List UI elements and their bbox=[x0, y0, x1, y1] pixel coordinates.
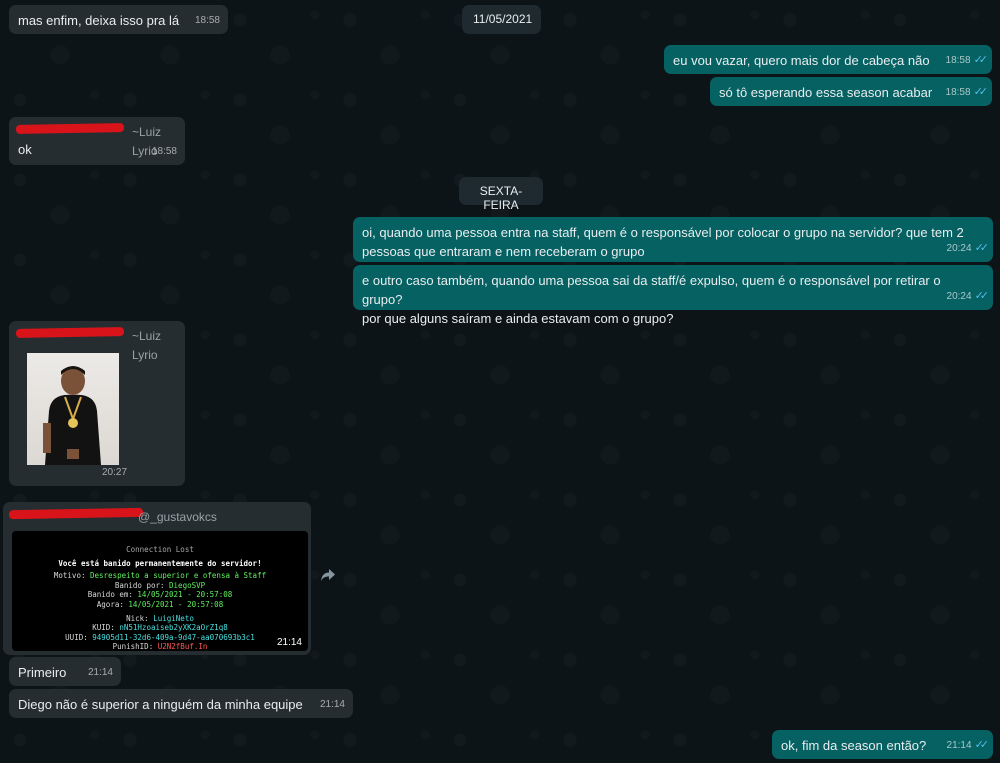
kuid-label: KUID: bbox=[92, 623, 120, 633]
screenshot-motivo: Motivo: Desrespeito a superior e ofensa … bbox=[12, 571, 308, 581]
message-incoming[interactable]: Primeiro 21:14 bbox=[9, 657, 121, 686]
message-sender: ~Luiz Lyrio bbox=[15, 122, 176, 158]
sender-alias: @_gustavokcs bbox=[138, 510, 217, 524]
agora-label: Agora: bbox=[96, 599, 129, 609]
message-text-line: por que alguns saíram e ainda estavam co… bbox=[362, 311, 674, 326]
motivo-label: Motivo: bbox=[53, 571, 90, 581]
sender-alias: ~Luiz Lyrio bbox=[132, 329, 162, 362]
message-time: 18:58 bbox=[945, 87, 971, 98]
message-sender: @_gustavokcs bbox=[8, 507, 302, 525]
double-check-icon: ✓✓ bbox=[973, 54, 989, 66]
game-ban-screenshot[interactable]: Connection Lost Você está banido permane… bbox=[12, 531, 308, 651]
banido-por-value: DiegoSVP bbox=[169, 580, 206, 590]
photo-person bbox=[43, 366, 101, 465]
message-outgoing[interactable]: só tô esperando essa season acabar 18:58… bbox=[710, 77, 992, 106]
message-text-line: oi, quando uma pessoa entra na staff, qu… bbox=[362, 225, 964, 240]
screenshot-nick: Nick: LuigiNeto bbox=[12, 614, 308, 624]
screenshot-punish: PunishID: U2N2fBuf.In bbox=[12, 642, 308, 651]
message-time: 18:58 bbox=[194, 15, 220, 26]
motivo-value: Desrespeito a superior e ofensa à Staff bbox=[90, 571, 267, 581]
message-time: 20:24 bbox=[946, 243, 972, 254]
message-status: 20:24 ✓✓ bbox=[946, 287, 990, 306]
redacted-name bbox=[8, 507, 144, 520]
message-outgoing[interactable]: eu vou vazar, quero mais dor de cabeça n… bbox=[664, 45, 992, 74]
message-time: 20:27 bbox=[102, 467, 128, 478]
message-time: 20:24 bbox=[946, 291, 972, 302]
punish-value: U2N2fBuf.In bbox=[157, 642, 208, 651]
message-time: 21:14 bbox=[319, 699, 345, 710]
nick-value: LuigiNeto bbox=[153, 613, 194, 623]
message-outgoing[interactable]: ok, fim da season então? 21:14 ✓✓ bbox=[772, 730, 993, 759]
screenshot-banido-por: Banido por: DiegoSVP bbox=[12, 581, 308, 591]
message-text-line: pessoas que entraram e nem receberam o g… bbox=[362, 244, 645, 259]
message-status: 18:58 ✓✓ bbox=[945, 51, 989, 70]
uuid-label: UUID: bbox=[65, 632, 93, 642]
message-time: 21:14 bbox=[87, 667, 113, 678]
forward-arrow-icon bbox=[321, 569, 335, 581]
message-status: 18:58 ✓✓ bbox=[945, 83, 989, 102]
redacted-name bbox=[15, 123, 125, 134]
message-time: 18:58 bbox=[151, 146, 177, 157]
kuid-value: nN51Hzoaiseb2yXK2aOrZ1q8 bbox=[119, 623, 228, 633]
banido-por-label: Banido por: bbox=[114, 580, 170, 590]
double-check-icon: ✓✓ bbox=[974, 290, 990, 302]
double-check-icon: ✓✓ bbox=[973, 86, 989, 98]
message-outgoing[interactable]: oi, quando uma pessoa entra na staff, qu… bbox=[353, 217, 993, 262]
screenshot-title: Connection Lost bbox=[126, 545, 194, 554]
forward-icon[interactable] bbox=[318, 568, 338, 588]
date-divider: 11/05/2021 bbox=[462, 5, 541, 34]
message-incoming[interactable]: Diego não é superior a ninguém da minha … bbox=[9, 689, 353, 718]
message-time: 21:14 bbox=[946, 740, 972, 751]
message-status: 20:24 ✓✓ bbox=[946, 239, 990, 258]
photo-thumbnail[interactable] bbox=[27, 353, 119, 465]
message-sender: ~Luiz Lyrio bbox=[15, 326, 176, 362]
uuid-value: 94905d11-32d6-409a-9d47-aa070693b3c1 bbox=[92, 632, 255, 642]
message-text: Diego não é superior a ninguém da minha … bbox=[18, 697, 303, 712]
nick-label: Nick: bbox=[126, 613, 154, 623]
screenshot-banido-em: Banido em: 14/05/2021 - 20:57:08 bbox=[12, 590, 308, 600]
message-text-line: e outro caso também, quando uma pessoa s… bbox=[362, 273, 941, 307]
message-text: eu vou vazar, quero mais dor de cabeça n… bbox=[673, 53, 930, 68]
agora-value: 14/05/2021 - 20:57:08 bbox=[128, 599, 224, 609]
message-outgoing[interactable]: e outro caso também, quando uma pessoa s… bbox=[353, 265, 993, 326]
redacted-name bbox=[15, 327, 125, 338]
message-text: só tô esperando essa season acabar bbox=[719, 85, 933, 100]
message-time: 21:14 bbox=[276, 637, 302, 649]
punish-label: PunishID: bbox=[112, 642, 158, 651]
banido-em-value: 14/05/2021 - 20:57:08 bbox=[137, 590, 233, 600]
double-check-icon: ✓✓ bbox=[974, 739, 990, 751]
date-divider: SEXTA-FEIRA bbox=[459, 177, 543, 212]
message-text: mas enfim, deixa isso pra lá bbox=[18, 13, 180, 28]
screenshot-uuid: UUID: 94905d11-32d6-409a-9d47-aa070693b3… bbox=[12, 633, 308, 643]
screenshot-kuid: KUID: nN51Hzoaiseb2yXK2aOrZ1q8 bbox=[12, 623, 308, 633]
message-status: 21:14 ✓✓ bbox=[946, 736, 990, 755]
message-incoming[interactable]: mas enfim, deixa isso pra lá 18:58 bbox=[9, 5, 228, 34]
screenshot-banned-text: Você está banido permanentemente do serv… bbox=[58, 558, 262, 568]
screenshot-agora: Agora: 14/05/2021 - 20:57:08 bbox=[12, 600, 308, 610]
message-incoming[interactable]: ~Luiz Lyrio ok 18:58 bbox=[9, 117, 185, 165]
banido-em-label: Banido em: bbox=[87, 590, 138, 600]
message-time: 18:58 bbox=[945, 55, 971, 66]
double-check-icon: ✓✓ bbox=[974, 242, 990, 254]
